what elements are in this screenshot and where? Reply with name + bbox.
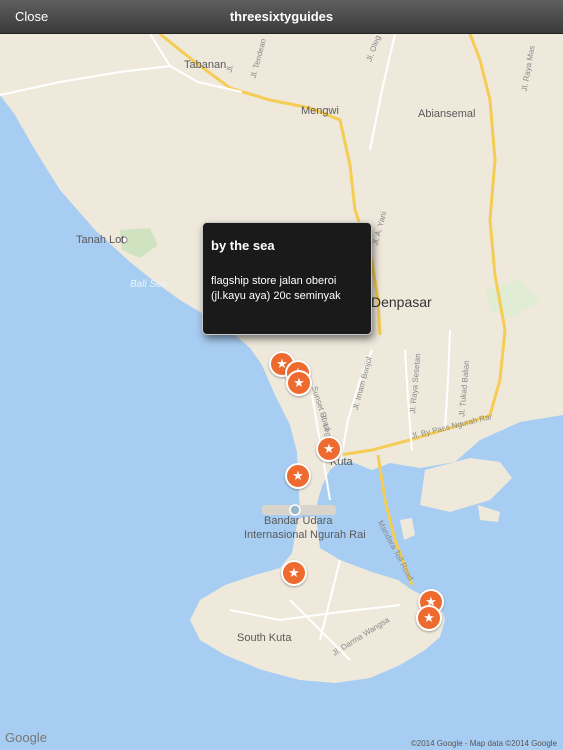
place-label-denpasar: Denpasar [371, 294, 432, 310]
place-label-tabanan: Tabanan [184, 59, 227, 71]
star-icon: ★ [423, 610, 435, 625]
place-label-mengwi: Mengwi [301, 105, 339, 117]
star-icon: ★ [288, 565, 300, 580]
store-marker-5[interactable]: ★ [285, 463, 311, 489]
google-logo: Google [5, 730, 47, 745]
navigation-bar: Close threesixtyguides [0, 0, 563, 34]
store-marker-3[interactable]: ★ [286, 370, 312, 396]
store-marker-6[interactable]: ★ [281, 560, 307, 586]
place-label-south-kuta: South Kuta [237, 632, 292, 644]
place-label-abiansemal: Abiansemal [418, 108, 476, 120]
star-icon: ★ [292, 468, 304, 483]
page-title: threesixtyguides [229, 9, 334, 24]
store-marker-4[interactable]: ★ [316, 436, 342, 462]
star-icon: ★ [323, 441, 335, 456]
place-label-airport-line2: Internasional Ngurah Rai [244, 529, 366, 541]
callout-title: by the sea [211, 238, 275, 253]
star-icon: ★ [293, 375, 305, 390]
place-label-airport-line1: Bandar Udara [264, 515, 333, 527]
sea-label-bali-sea: Bali Sea [130, 279, 168, 290]
map-attribution[interactable]: ©2014 Google - Map data ©2014 Google [411, 739, 557, 748]
map-view[interactable]: Tabanan Mengwi Abiansemal Tanah Lot Bali… [0, 34, 563, 750]
store-callout[interactable]: by the sea flagship store jalan oberoi (… [202, 222, 372, 335]
place-label-tanah-lot: Tanah Lot [76, 234, 125, 246]
store-marker-8[interactable]: ★ [416, 605, 442, 631]
callout-address: flagship store jalan oberoi (jl.kayu aya… [211, 275, 341, 302]
